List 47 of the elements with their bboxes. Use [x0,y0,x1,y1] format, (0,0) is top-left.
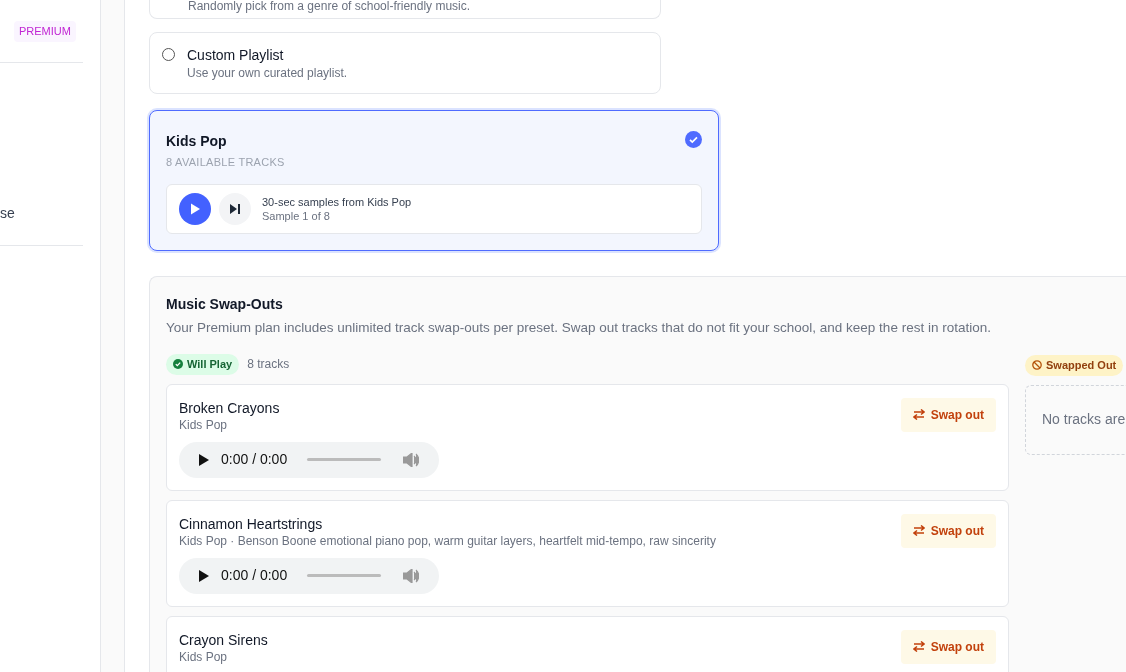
swap-out-button[interactable]: Swap out [900,629,996,664]
progress-track[interactable] [307,458,382,461]
sample-count: Sample 1 of 8 [262,209,331,223]
play-icon[interactable] [199,453,209,466]
empty-message: No tracks are [1042,410,1126,429]
swap-out-button[interactable]: Swap out [900,513,996,548]
time-display: 0:00 / 0:00 [221,450,288,469]
track-title: Cinnamon Heartstrings [179,514,324,533]
track-meta: Kids Pop [179,648,229,665]
check-icon [685,131,702,148]
status-badge: Will Play [166,354,240,375]
play-icon[interactable] [199,569,209,582]
skip-icon [230,204,240,214]
sidebar-item[interactable]: se [0,203,17,224]
track-title: Broken Crayons [179,398,281,417]
swap-icon [912,641,925,652]
audio-player[interactable]: 0:00 / 0:00 [179,557,439,594]
option-description: Use your own curated playlist. [187,65,348,81]
volume-icon[interactable] [403,452,419,467]
plan-badge: PREMIUM [14,21,76,42]
section-title: Music Swap-Outs [166,295,284,313]
sample-title: 30-sec samples from Kids Pop [262,195,412,209]
prohibited-icon [1032,360,1042,371]
genre-card[interactable]: Kids Pop 8 AVAILABLE TRACKS 30-sec samples from Kids Pop Sample 1 of 8 [149,110,719,251]
option-card[interactable]: Custom Playlist Use your own curated playlist. [149,32,661,94]
skip-button[interactable] [219,193,251,225]
progress-track[interactable] [307,574,382,577]
swap-icon [912,525,925,536]
play-button[interactable] [179,193,211,225]
option-title: Custom Playlist [187,46,285,65]
track-meta: Kids Pop [179,416,229,433]
check-icon [173,359,183,370]
play-icon [190,203,200,215]
track-title: Crayon Sirens [179,630,268,649]
track-meta: Kids Pop · Benson Boone emotional piano pop, warm guitar layers, heartfelt mid-tempo, raw sincerity [179,532,716,549]
genre-title: Kids Pop [166,132,227,151]
time-display: 0:00 / 0:00 [221,566,288,585]
swap-out-button[interactable]: Swap out [900,397,996,432]
status-badge: Swapped Out [1025,355,1124,376]
option-description: Randomly pick from a genre of school-friendly music. [188,0,471,14]
volume-icon[interactable] [403,568,419,583]
audio-player[interactable]: 0:00 / 0:00 [179,441,439,478]
section-description: Your Premium plan includes unlimited track swap-outs per preset. Swap out tracks that do not fit your school, and keep the rest in rotation. [166,319,992,337]
track-count: 8 tracks [247,356,290,374]
option-card[interactable]: Randomly pick from a genre of school-friendly music. [149,0,661,19]
genre-subtitle: 8 AVAILABLE TRACKS [166,155,286,169]
swap-icon [912,409,925,420]
